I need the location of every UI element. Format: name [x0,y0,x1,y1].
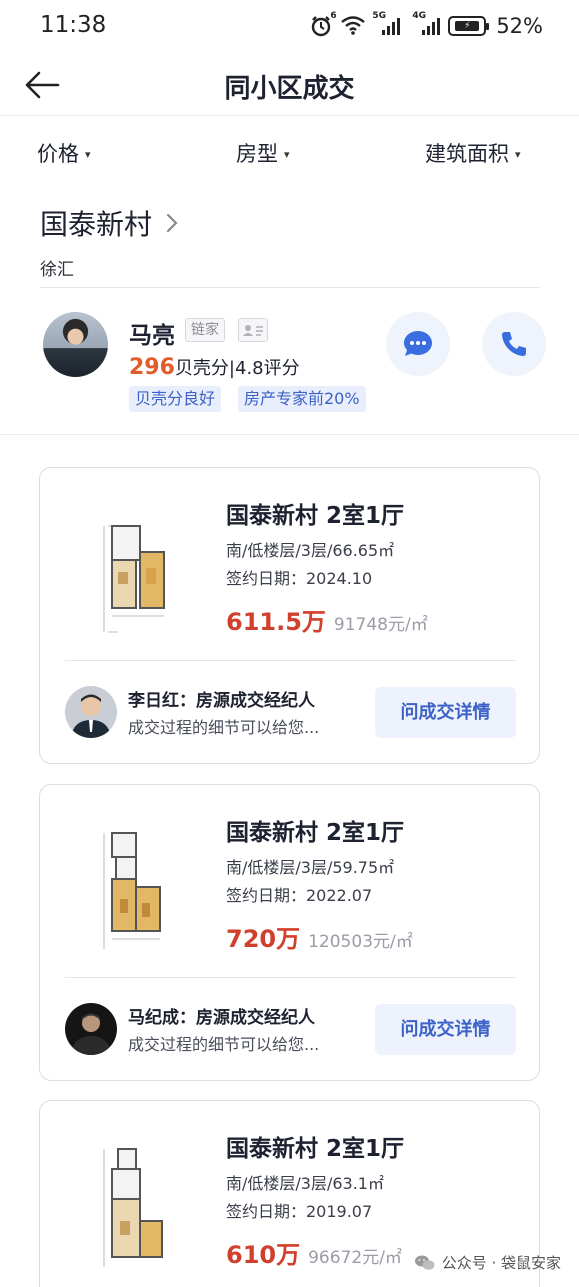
wifi-icon: 6 [330,11,366,35]
phone-icon [502,332,526,356]
deal-total-price: 720万 [226,925,301,953]
deal-sign-date: 签约日期：2024.10 [226,569,373,588]
filter-layout-label: 房型 [236,142,278,166]
deal-price: 611.5万 91748元/㎡ [226,602,428,637]
watermark: 公众号 · 袋鼠安家 [414,1252,561,1273]
nav-bar: 同小区成交 [0,56,579,116]
signal-4g-label: 4G [412,11,426,21]
broker-avatar[interactable] [65,686,117,738]
deal-unit-price: 91748元/㎡ [333,615,428,635]
floorplan-image [103,832,161,949]
caret-down-icon: ▾ [284,147,290,161]
deal-sign-date: 签约日期：2019.07 [226,1202,373,1221]
ask-deal-details-button[interactable]: 问成交详情 [375,687,516,738]
chat-bubble-icon [404,331,432,356]
deal-price: 610万 96672元/㎡ [226,1235,402,1270]
call-button[interactable] [482,312,546,376]
divider [40,287,540,288]
broker-line: 马纪成：房源成交经纪人 [128,1008,315,1028]
deal-unit-price: 96672元/㎡ [308,1248,402,1268]
signal-5g-icon: 5G [372,11,401,35]
ask-deal-details-button[interactable]: 问成交详情 [375,1004,516,1055]
wechat-icon [414,1255,435,1270]
agent-card: 马亮 链家 296贝壳分|4.8评分 贝壳分良好 房产专家前20% [40,310,560,420]
deal-price: 720万 120503元/㎡ [226,919,413,954]
status-bar: 11:38 6 5G 4G ⚡ 52% [0,0,579,56]
filter-area-label: 建筑面积 [425,142,509,166]
filter-layout[interactable]: 房型 ▾ [236,138,290,168]
signal-5g-label: 5G [372,11,386,21]
divider [65,660,516,661]
agent-score-value: 296 [129,355,175,380]
page-title: 同小区成交 [224,74,355,104]
deal-total-price: 611.5万 [226,608,326,636]
filter-area[interactable]: 建筑面积 ▾ [425,138,521,168]
floorplan-image [103,525,165,633]
deal-title: 国泰新村 2室1厅 [226,1136,405,1162]
caret-down-icon: ▾ [85,147,91,161]
watermark-text: 公众号 · 袋鼠安家 [441,1254,561,1272]
chevron-right-icon [167,213,178,233]
caret-down-icon: ▾ [515,147,521,161]
agent-score: 296贝壳分|4.8评分 [129,354,300,380]
agent-score-text: 贝壳分|4.8评分 [174,358,300,379]
community-header[interactable]: 国泰新村 徐汇 [40,203,540,280]
deal-title: 国泰新村 2室1厅 [226,820,405,846]
community-district: 徐汇 [40,260,74,280]
broker-line: 李日红：房源成交经纪人 [128,691,315,711]
agent-avatar[interactable] [43,312,108,377]
agent-company-badge: 链家 [185,318,225,342]
deal-total-price: 610万 [226,1241,301,1269]
filter-bar: 价格 ▾ 房型 ▾ 建筑面积 ▾ [0,118,579,184]
divider [0,434,579,435]
alarm-icon [312,16,331,37]
filter-price-label: 价格 [37,142,79,166]
broker-note: 成交过程的细节可以给您... [128,1035,320,1054]
signal-4g-icon: 4G [412,11,441,35]
deal-spec: 南/低楼层/3层/63.1㎡ [226,1174,384,1193]
broker-avatar[interactable] [65,1003,117,1055]
deal-spec: 南/低楼层/3层/59.75㎡ [226,858,395,877]
id-card-icon[interactable] [238,318,268,342]
deal-sign-date: 签约日期：2022.07 [226,886,373,905]
broker-note: 成交过程的细节可以给您... [128,718,320,737]
floorplan-image [103,1148,163,1267]
deal-card[interactable]: 国泰新村 2室1厅 南/低楼层/3层/59.75㎡ 签约日期：2022.07 7… [39,784,540,1081]
wifi-label: 6 [330,11,337,21]
deal-title: 国泰新村 2室1厅 [226,503,405,529]
battery-percent: 52% [496,14,543,38]
filter-price[interactable]: 价格 ▾ [37,138,91,168]
deal-unit-price: 120503元/㎡ [308,932,413,952]
divider [65,977,516,978]
agent-name: 马亮 [129,323,175,349]
agent-tag: 贝壳分良好 [129,386,222,412]
status-time: 11:38 [40,12,107,38]
deal-card[interactable]: 国泰新村 2室1厅 南/低楼层/3层/66.65㎡ 签约日期：2024.10 6… [39,467,540,764]
community-name: 国泰新村 [40,208,153,241]
battery-icon: ⚡ [448,16,490,36]
deal-spec: 南/低楼层/3层/66.65㎡ [226,541,395,560]
chat-button[interactable] [386,312,450,376]
agent-tag: 房产专家前20% [238,386,366,412]
status-icons: 6 5G 4G ⚡ 52% [310,11,543,38]
